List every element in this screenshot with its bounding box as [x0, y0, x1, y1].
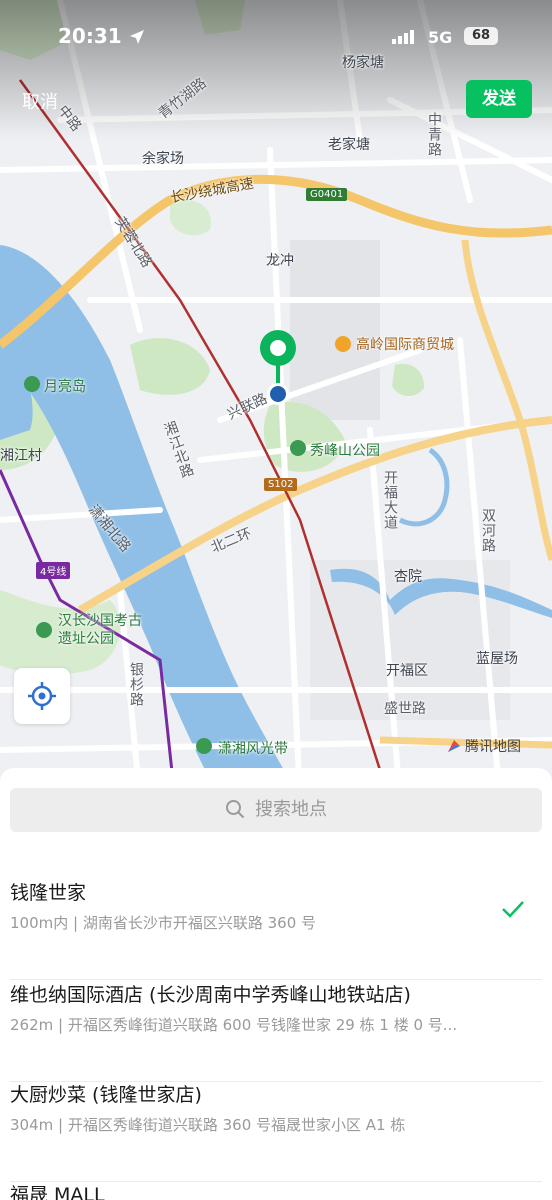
checkmark-icon [502, 901, 524, 918]
status-time: 20:31 [58, 24, 122, 48]
result-subtitle: 100m内 | 湖南省长沙市开福区兴联路 360 号 [10, 914, 317, 932]
scenic-icon [196, 738, 212, 754]
highway-shield: G0401 [306, 188, 348, 201]
result-subtitle: 262m | 开福区秀峰街道兴联路 600 号钱隆世家 29 栋 1 楼 0 号… [10, 1016, 458, 1034]
map-label: 湘江村 [0, 448, 42, 464]
park-icon [36, 622, 52, 638]
result-title: 钱隆世家 [10, 882, 87, 904]
result-subtitle: 304m | 开福区秀峰街道兴联路 360 号福晟世家小区 A1 栋 [10, 1116, 406, 1134]
map-label: 双河路 [480, 508, 496, 553]
map-label: 杏院 [394, 569, 422, 585]
send-button[interactable]: 发送 [466, 80, 532, 118]
crosshair-icon [28, 682, 56, 710]
map-view[interactable]: 杨家塘 老家塘 中青路 青竹湖路 余家场 长沙绕城高速 G0401 芙蓉北路 龙… [0, 0, 552, 800]
map-label: 高岭国际商贸城 [356, 337, 454, 353]
result-title: 福晟 MALL [10, 1184, 105, 1200]
map-label: 老家塘 [328, 137, 370, 153]
tencent-map-icon [448, 740, 460, 752]
map-label: 潇湘风光带 [218, 741, 288, 757]
map-label: 盛世路 [384, 701, 426, 717]
result-title: 大厨炒菜 (钱隆世家店) [10, 1084, 202, 1106]
map-label: 秀峰山公园 [310, 443, 380, 459]
battery-icon: 68 [464, 27, 498, 45]
location-arrow-icon [130, 30, 144, 44]
status-bar: 20:31 5G 68 [0, 24, 552, 60]
result-item[interactable]: 大厨炒菜 (钱隆世家店) 304m | 开福区秀峰街道兴联路 360 号福晟世家… [10, 1080, 542, 1182]
location-pin-icon[interactable] [256, 328, 300, 408]
result-item[interactable]: 维也纳国际酒店 (长沙周南中学秀峰山地铁站店) 262m | 开福区秀峰街道兴联… [10, 980, 542, 1082]
map-label: 开福区 [386, 663, 428, 679]
map-label: 蓝屋场 [476, 651, 518, 667]
result-item[interactable]: 福晟 MALL [10, 1180, 542, 1200]
map-label: 余家场 [142, 151, 184, 167]
search-icon [226, 800, 245, 819]
map-label: 汉长沙国考古遗址公园 [58, 613, 142, 647]
result-title: 维也纳国际酒店 (长沙周南中学秀峰山地铁站店) [10, 984, 411, 1006]
highway-shield: S102 [264, 478, 298, 491]
cancel-button[interactable]: 取消 [22, 88, 58, 114]
map-label: 龙冲 [266, 253, 294, 269]
network-type: 5G [428, 28, 453, 47]
camera-icon [24, 376, 40, 392]
map-label: 开福大道 [382, 470, 398, 530]
map-label: 中青路 [426, 112, 442, 157]
map-label: 月亮岛 [44, 379, 86, 395]
map-label: 银杉路 [128, 662, 144, 707]
tencent-map-logo: 腾讯地图 [446, 736, 521, 756]
result-item[interactable]: 钱隆世家 100m内 | 湖南省长沙市开福区兴联路 360 号 [10, 878, 542, 980]
cellular-signal-icon [392, 30, 414, 44]
location-results-sheet: 搜索地点 钱隆世家 100m内 | 湖南省长沙市开福区兴联路 360 号 维也纳… [0, 768, 552, 1200]
mall-icon [335, 336, 351, 352]
search-bar[interactable]: 搜索地点 [10, 788, 542, 832]
search-placeholder: 搜索地点 [255, 799, 327, 820]
locate-me-button[interactable] [14, 668, 70, 724]
park-icon [290, 440, 306, 456]
metro-badge: 4号线 [36, 562, 71, 579]
tencent-map-text: 腾讯地图 [465, 739, 521, 755]
